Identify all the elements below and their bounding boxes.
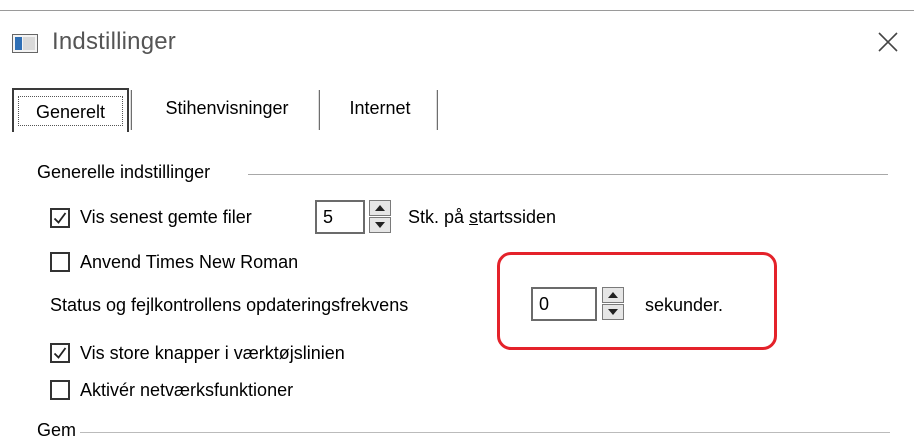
tab-generelt[interactable]: Generelt	[12, 88, 129, 132]
recent-files-count-input[interactable]	[315, 200, 365, 234]
access-key: s	[469, 207, 479, 227]
spin-down-button[interactable]	[369, 217, 391, 233]
window-top-border	[0, 10, 914, 11]
tab-label: Internet	[349, 98, 411, 118]
checkmark-icon	[53, 347, 67, 359]
big-buttons-label: Vis store knapper i værktøjslinien	[80, 343, 345, 363]
tab-stihenvisninger[interactable]: Stihenvisninger	[134, 86, 320, 130]
group-divider	[248, 174, 888, 175]
network-label: Aktivér netværksfunktioner	[80, 380, 294, 400]
arrow-up-icon	[375, 205, 385, 211]
close-icon[interactable]	[876, 30, 900, 54]
recent-files-spinner	[369, 200, 391, 234]
times-new-roman-label: Anvend Times New Roman	[80, 252, 299, 272]
highlight-annotation	[497, 252, 777, 350]
app-icon	[12, 34, 38, 53]
arrow-down-icon	[375, 222, 385, 228]
spin-up-button[interactable]	[369, 200, 391, 216]
recent-files-suffix: Stk. på startssiden	[408, 207, 556, 228]
tab-separator	[436, 90, 439, 130]
tab-label: Stihenvisninger	[165, 98, 289, 118]
big-buttons-checkbox[interactable]	[50, 343, 70, 363]
focus-rect	[18, 96, 123, 126]
next-group-title: Gem	[37, 420, 77, 440]
status-frequency-label: Status og fejlkontrollens opdateringsfre…	[50, 295, 409, 315]
group-divider	[80, 432, 890, 433]
network-checkbox[interactable]	[50, 380, 70, 400]
recent-files-label: Vis senest gemte filer	[80, 207, 252, 227]
suffix-text: tartssiden	[478, 207, 557, 227]
title-bar: Indstillinger	[0, 12, 914, 74]
times-new-roman-checkbox[interactable]	[50, 252, 70, 272]
suffix-text: Stk. på	[408, 207, 470, 227]
tab-separator	[318, 90, 321, 130]
checkmark-icon	[53, 212, 67, 224]
recent-files-checkbox[interactable]	[50, 208, 70, 228]
tab-separator	[130, 90, 133, 130]
window-title: Indstillinger	[52, 28, 176, 55]
group-title: Generelle indstillinger	[37, 162, 221, 183]
tab-internet[interactable]: Internet	[324, 86, 436, 130]
tab-strip: Generelt Stihenvisninger Internet	[0, 74, 914, 132]
